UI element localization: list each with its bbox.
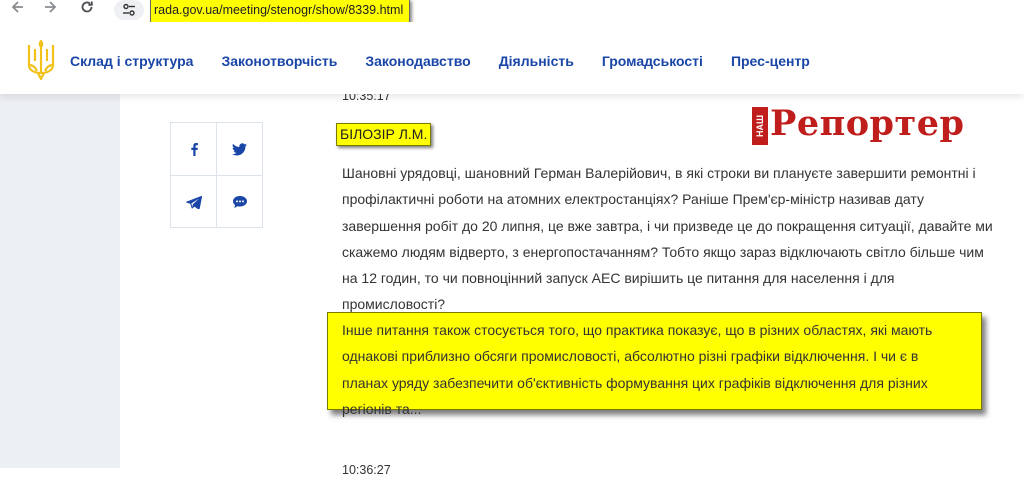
telegram-icon <box>185 195 202 209</box>
share-telegram-button[interactable] <box>171 176 216 228</box>
arrow-left-icon <box>11 1 23 13</box>
speaker-name: БІЛОЗІР Л.М. <box>336 123 432 146</box>
facebook-icon <box>190 143 198 156</box>
browser-toolbar: rada.gov.ua/meeting/stenogr/show/8339.ht… <box>0 0 1024 23</box>
tune-icon <box>123 3 135 16</box>
share-facebook-button[interactable] <box>171 123 216 175</box>
arrow-right-icon <box>45 1 57 13</box>
forward-button[interactable] <box>40 0 60 18</box>
chat-bubble-icon <box>232 196 247 208</box>
transcript-paragraph: Шановні урядовці, шановний Герман Валері… <box>342 165 993 313</box>
menu-item-activity[interactable]: Діяльність <box>499 53 574 69</box>
logo-main-text: Репортер <box>770 103 965 144</box>
share-twitter-button[interactable] <box>217 123 262 175</box>
twitter-icon <box>232 142 247 155</box>
menu-item-structure[interactable]: Склад і структура <box>70 53 193 69</box>
left-sidebar <box>0 94 120 468</box>
menu-item-public[interactable]: Громадськості <box>602 53 703 69</box>
share-panel <box>170 122 263 228</box>
reload-button[interactable] <box>77 0 97 18</box>
reporter-watermark-logo: НАШ Репортер <box>752 103 984 147</box>
back-button[interactable] <box>8 0 28 18</box>
address-bar[interactable]: rada.gov.ua/meeting/stenogr/show/8339.ht… <box>150 0 411 23</box>
reload-icon <box>81 1 93 13</box>
site-settings-button[interactable] <box>114 0 144 20</box>
timestamp: 10:36:27 <box>342 463 391 477</box>
menu-item-lawmaking[interactable]: Законотворчість <box>221 53 337 69</box>
ukraine-trident-icon[interactable] <box>26 39 56 81</box>
menu-item-legislation[interactable]: Законодавство <box>365 53 470 69</box>
menu-item-press-center[interactable]: Прес-центр <box>731 53 810 69</box>
logo-small-text: НАШ <box>752 107 768 145</box>
share-comment-button[interactable] <box>217 176 262 228</box>
site-header: Склад і структура Законотворчість Законо… <box>0 22 1024 94</box>
highlighted-transcript-paragraph: Інше питання також стосується того, що п… <box>327 312 982 417</box>
main-menu: Склад і структура Законотворчість Законо… <box>70 53 838 69</box>
